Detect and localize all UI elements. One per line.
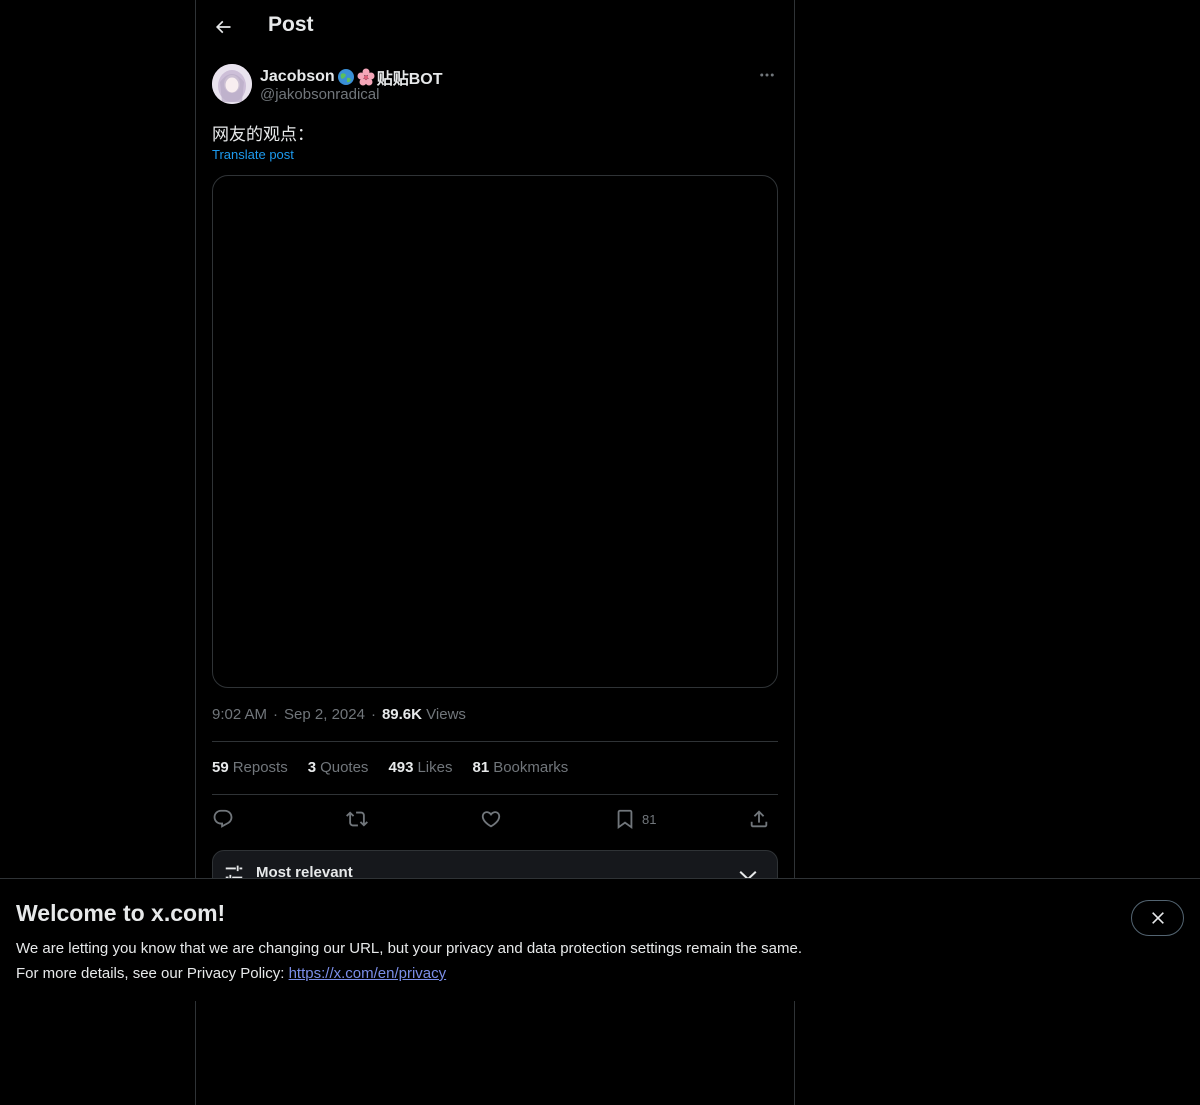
url-change-banner: Welcome to x.com! We are letting you kno… xyxy=(0,878,1200,1001)
flower-emoji-icon xyxy=(357,68,375,86)
author-handle[interactable]: @jakobsonradical xyxy=(260,86,379,103)
like-button[interactable] xyxy=(480,804,502,834)
privacy-policy-link[interactable]: https://x.com/en/privacy xyxy=(289,965,447,982)
more-button[interactable] xyxy=(756,64,778,86)
translate-post-link[interactable]: Translate post xyxy=(212,147,294,162)
topbar: Post xyxy=(196,0,794,54)
divider xyxy=(212,741,778,742)
post-actions: 81 xyxy=(212,804,778,834)
repost-button[interactable] xyxy=(346,804,368,834)
post-media[interactable] xyxy=(212,175,778,688)
share-button[interactable] xyxy=(748,804,770,834)
reposts-stat[interactable]: 59 Reposts xyxy=(212,759,288,776)
author-name-suffix: 贴贴BOT xyxy=(376,71,443,88)
back-arrow-icon xyxy=(215,20,231,34)
share-icon xyxy=(750,810,768,828)
post-time[interactable]: 9:02 AM xyxy=(212,706,267,723)
more-icon xyxy=(760,73,774,77)
post-meta: 9:02 AM · Sep 2, 2024 · 89.6K Views xyxy=(212,706,466,723)
like-icon xyxy=(481,811,501,828)
post-stats: 59 Reposts 3 Quotes 493 Likes 81 Bookmarks xyxy=(212,759,568,776)
bookmarks-stat[interactable]: 81 Bookmarks xyxy=(473,759,569,776)
banner-line-2: For more details, see our Privacy Policy… xyxy=(16,965,447,982)
banner-text: We are letting you know that we are chan… xyxy=(16,936,802,986)
reply-icon xyxy=(213,809,233,828)
globe-emoji-icon xyxy=(337,68,355,86)
banner-close-button[interactable] xyxy=(1131,900,1184,936)
bookmark-icon xyxy=(617,809,633,830)
bookmark-count: 81 xyxy=(642,811,657,827)
author-name-text: Jacobson xyxy=(260,68,335,85)
banner-line-1: We are letting you know that we are chan… xyxy=(16,940,802,957)
page-title: Post xyxy=(268,13,314,36)
post-text: 网友的观点： xyxy=(212,125,314,144)
bookmark-button[interactable]: 81 xyxy=(614,804,656,834)
close-icon xyxy=(1151,912,1164,924)
post-date[interactable]: Sep 2, 2024 xyxy=(284,706,365,723)
repost-icon xyxy=(346,811,368,827)
views-count: 89.6K xyxy=(381,706,422,723)
divider xyxy=(212,794,778,795)
back-button[interactable] xyxy=(206,10,240,44)
likes-stat[interactable]: 493 Likes xyxy=(388,759,452,776)
post-author: Jacobson 贴贴BOT @jakobsonradical xyxy=(212,64,778,108)
reply-button[interactable] xyxy=(212,804,234,834)
banner-title: Welcome to x.com! xyxy=(16,900,226,926)
quotes-stat[interactable]: 3 Quotes xyxy=(308,759,369,776)
avatar[interactable] xyxy=(212,64,252,104)
views-label: Views xyxy=(426,706,466,723)
